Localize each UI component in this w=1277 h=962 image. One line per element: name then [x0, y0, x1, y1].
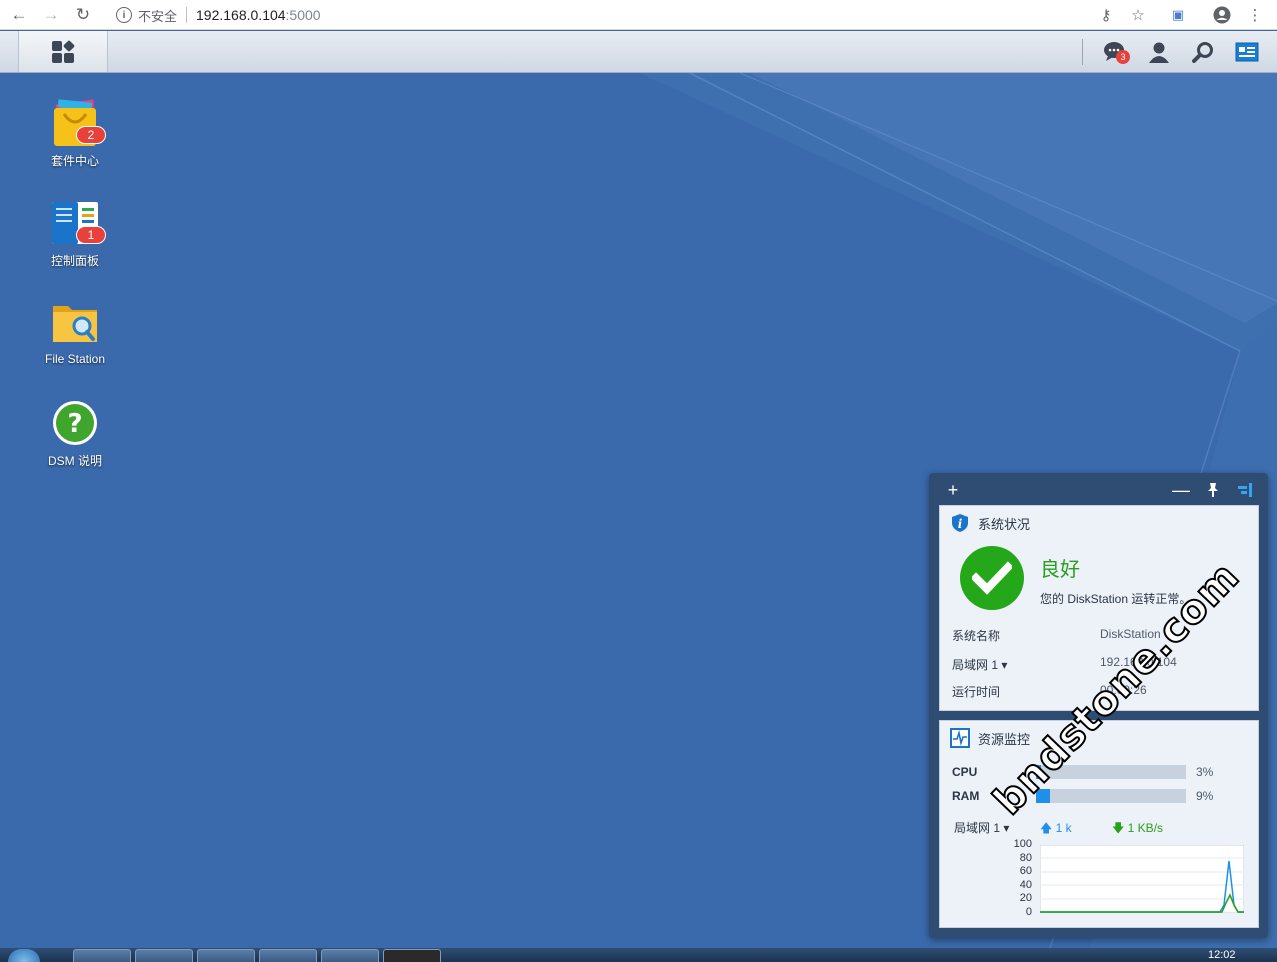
menu-icon[interactable]: ⋮ — [1245, 5, 1265, 25]
chart-tick-label: 100 — [1013, 838, 1032, 850]
desktop-icon-label: 控制面板 — [50, 254, 99, 268]
cpu-label: CPU — [952, 765, 978, 779]
cpu-value: 3% — [1196, 765, 1214, 779]
dsm-help-icon: ? — [50, 398, 100, 448]
reload-icon[interactable]: ↻ — [72, 4, 94, 26]
desktop-icon-package-center[interactable]: 2 套件中心 — [25, 98, 125, 169]
upload-rate: 🡅 1 k — [1040, 821, 1072, 835]
chart-tick-label: 20 — [1019, 892, 1032, 904]
add-widget-icon[interactable]: + — [942, 479, 964, 501]
taskbar-app-3[interactable] — [197, 949, 255, 962]
download-value: 1 KB/s — [1127, 821, 1164, 835]
resource-monitor-widget: 资源监控 CPU 3% RAM 9% 局域网 1 ▾ 🡅 1 k 🡇 1 KB/… — [939, 720, 1259, 928]
resource-monitor-title-text: 资源监控 — [978, 731, 1031, 747]
status-text: 良好 — [1040, 559, 1080, 581]
download-rate: 🡇 1 KB/s — [1112, 821, 1164, 835]
chart-tick-label: 80 — [1019, 851, 1032, 864]
lan-selector[interactable]: 局域网 1 ▾ — [952, 656, 1007, 673]
control-panel-icon: 1 — [50, 198, 106, 248]
user-icon[interactable] — [1146, 40, 1172, 64]
clock[interactable]: 12:02 — [1208, 949, 1236, 961]
shield-info-icon: i — [952, 514, 968, 532]
info-icon[interactable]: i — [116, 7, 132, 23]
taskbar-app-5[interactable] — [321, 949, 379, 962]
package-center-icon: 2 — [50, 98, 106, 148]
start-button[interactable] — [8, 949, 40, 962]
lan-selector-resource[interactable]: 局域网 1 ▾ — [954, 819, 1009, 836]
chart-tick-label: 60 — [1019, 865, 1032, 877]
desktop-icon-label: File Station — [44, 352, 106, 366]
desktop-icon-control-panel[interactable]: 1 控制面板 — [25, 198, 125, 269]
notifications-icon[interactable]: 3 — [1102, 40, 1130, 64]
ram-bar — [1036, 789, 1186, 803]
widget-settings-icon[interactable] — [1234, 479, 1256, 501]
ram-label: RAM — [952, 789, 980, 803]
url-host: 192.168.0.104 — [196, 7, 286, 23]
taskbar-app-6[interactable] — [383, 949, 441, 962]
ram-value: 9% — [1196, 789, 1214, 803]
desktop-icon-file-station[interactable]: File Station — [25, 298, 125, 366]
notification-badge: 3 — [1116, 50, 1130, 64]
system-status-title: i 系统状况 — [950, 513, 1030, 533]
uptime-label: 运行时间 — [952, 685, 1001, 699]
resource-monitor-title: 资源监控 — [950, 728, 1030, 748]
desktop-icon-label: DSM 说明 — [47, 454, 102, 468]
minimize-icon[interactable]: — — [1170, 479, 1192, 501]
separator — [186, 7, 188, 23]
forward-icon[interactable]: → — [40, 4, 62, 26]
search-icon[interactable] — [1190, 40, 1216, 64]
pin-icon[interactable] — [1202, 479, 1224, 501]
taskbar-app-2[interactable] — [135, 949, 193, 962]
chart-tick-label: 0 — [1025, 905, 1032, 918]
control-panel-badge: 1 — [76, 226, 106, 244]
chart-tick-label: 40 — [1019, 878, 1032, 891]
address-bar[interactable]: i 不安全 192.168.0.104:5000 — [110, 3, 1155, 27]
package-center-badge: 2 — [76, 126, 106, 144]
back-icon[interactable]: ← — [8, 4, 30, 26]
main-menu-button[interactable] — [18, 31, 108, 72]
system-name-label: 系统名称 — [952, 629, 1001, 643]
widgets-icon[interactable] — [1234, 40, 1260, 64]
key-icon[interactable]: ⚷ — [1096, 5, 1116, 25]
taskbar-separator — [1082, 39, 1083, 65]
dsm-taskbar: 3 — [0, 31, 1277, 73]
desktop-icon-label: 套件中心 — [50, 154, 99, 168]
svg-text:i: i — [958, 517, 963, 531]
desktop-icon-dsm-help[interactable]: ? DSM 说明 — [25, 398, 125, 469]
url-port: :5000 — [285, 7, 321, 23]
check-icon — [960, 546, 1024, 610]
browser-toolbar: ← → ↻ i 不安全 192.168.0.104:5000 ⚷ ☆ ▣ ⋮ — [0, 0, 1277, 30]
svg-text:?: ? — [67, 409, 82, 439]
insecure-label: 不安全 — [138, 8, 178, 24]
windows-taskbar: 12:02 — [0, 948, 1277, 962]
cast-icon[interactable]: ▣ — [1168, 5, 1188, 25]
system-status-title-text: 系统状况 — [978, 516, 1031, 532]
upload-value: 1 k — [1055, 821, 1072, 835]
star-icon[interactable]: ☆ — [1128, 5, 1148, 25]
taskbar-chrome[interactable] — [73, 949, 131, 962]
account-icon[interactable] — [1212, 5, 1232, 25]
taskbar-app-4[interactable] — [259, 949, 317, 962]
pulse-icon — [950, 728, 970, 748]
file-station-icon — [50, 298, 100, 348]
network-chart — [1040, 845, 1244, 913]
main-menu-icon — [52, 39, 76, 63]
